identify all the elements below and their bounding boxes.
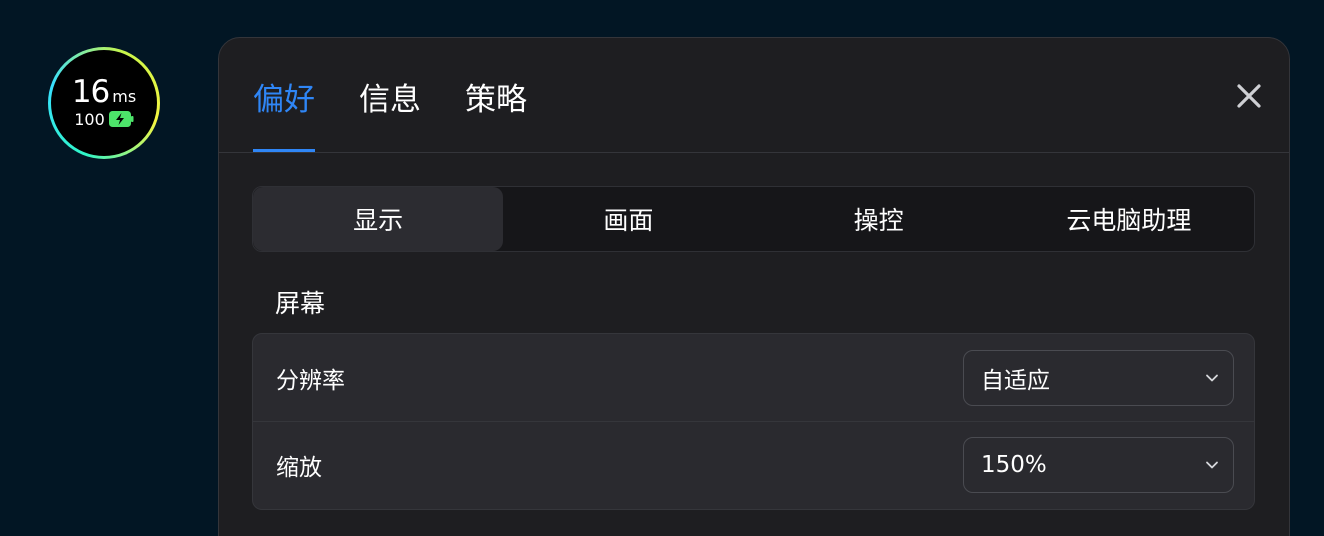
latency-unit: ms xyxy=(112,86,137,106)
latency-value: 16 xyxy=(71,73,110,110)
sub-tabs: 显示 画面 操控 云电脑助理 xyxy=(252,186,1255,252)
latency-row: 16 ms xyxy=(72,74,136,110)
setting-row-scale: 缩放 150% xyxy=(253,421,1254,508)
page: 16 ms 100 偏好 信息 策略 显示 画面 操控 云电脑助理 屏幕 分辨率… xyxy=(0,0,1324,536)
battery-level: 100 xyxy=(74,109,105,129)
panel-tabs: 偏好 信息 策略 xyxy=(253,74,571,153)
tab-preferences[interactable]: 偏好 xyxy=(253,74,315,153)
subtab-picture[interactable]: 画面 xyxy=(503,187,753,251)
chevron-down-icon xyxy=(1206,461,1218,468)
chevron-down-icon xyxy=(1206,374,1218,381)
subtab-controls[interactable]: 操控 xyxy=(754,187,1004,251)
subtab-cloud-assistant[interactable]: 云电脑助理 xyxy=(1004,187,1254,251)
tab-info[interactable]: 信息 xyxy=(359,74,421,153)
close-icon xyxy=(1237,84,1261,108)
header-divider xyxy=(219,152,1289,153)
battery-charging-icon xyxy=(108,111,134,127)
section-title-screen: 屏幕 xyxy=(275,289,326,318)
latency-badge-inner: 16 ms 100 xyxy=(51,50,157,156)
setting-row-resolution: 分辨率 自适应 xyxy=(253,334,1254,422)
subtab-display[interactable]: 显示 xyxy=(253,187,504,251)
screen-settings-card: 分辨率 自适应 缩放 150% xyxy=(252,333,1255,510)
close-button[interactable] xyxy=(1235,82,1263,110)
latency-badge: 16 ms 100 xyxy=(48,47,160,159)
resolution-select[interactable]: 自适应 xyxy=(963,349,1234,406)
scale-select[interactable]: 150% xyxy=(963,436,1234,493)
battery-row: 100 xyxy=(74,110,134,129)
resolution-value: 自适应 xyxy=(981,367,1050,394)
tab-strategy[interactable]: 策略 xyxy=(465,74,527,153)
settings-panel: 偏好 信息 策略 显示 画面 操控 云电脑助理 屏幕 分辨率 自适应 缩放 15… xyxy=(218,37,1290,536)
scale-label: 缩放 xyxy=(276,454,322,481)
scale-value: 150% xyxy=(981,451,1047,478)
resolution-label: 分辨率 xyxy=(276,367,345,394)
